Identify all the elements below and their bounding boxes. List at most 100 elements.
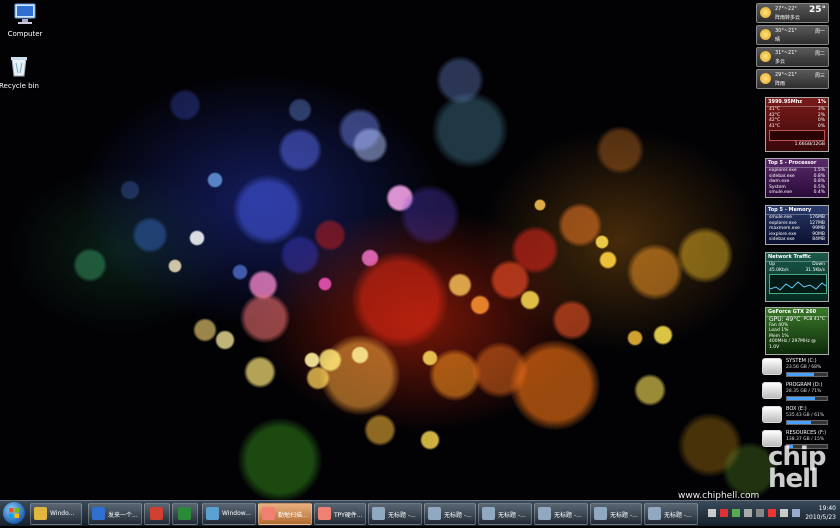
recycle-bin-icon [11,57,27,77]
computer-icon [14,3,36,24]
tray-icon[interactable] [756,509,764,517]
weather-temp: 27°~22° [775,6,797,12]
tray-icon[interactable] [732,509,740,517]
bokeh-light [193,318,217,342]
sun-icon [760,29,771,40]
disk-usage: 535.43 GB / 61% [786,413,825,418]
bokeh-light [520,290,540,310]
taskbar-button[interactable]: 勤勉扫描... [258,503,312,525]
disk-gadget-d[interactable]: PROGRAM (D:) 28.35 GB / 71% [762,380,828,402]
network-icon [206,507,219,520]
gadget-title: Top 5 - Processor [766,159,828,168]
clock[interactable]: 19:40 2010/5/23 [805,504,836,522]
taskbar-button[interactable]: TPY硬件... [314,503,366,525]
disk-usage-bar [786,420,828,425]
bokeh-light [595,235,609,249]
volume-icon[interactable] [780,509,788,517]
process-row: smule.exe 0.4% [769,190,825,196]
weather-day: 周二 [814,51,825,57]
bokeh-light [233,175,303,245]
top-processor-gadget[interactable]: Top 5 - Processor explorer.exe 1.5% sideb… [765,158,829,198]
tray-icon[interactable] [708,509,716,517]
core-load: 0% [817,123,825,129]
ie-icon [92,507,105,520]
bokeh-light [653,325,673,345]
bokeh-light [278,128,322,172]
bokeh-light [364,414,396,446]
network-traffic-gadget[interactable]: Network Traffic Up Down 45.0Kb/s 31.5Kb/s [765,252,829,302]
upload-rate: 45.0Kb/s [769,267,789,273]
bokeh-light [400,185,460,245]
bokeh-light [432,92,508,168]
taskbar-button[interactable]: Window... [202,503,256,525]
disk-name: SYSTEM (C:) [786,358,817,364]
network-graph [769,274,827,295]
taskbar-button[interactable]: 无标题 -... [590,503,642,525]
bokeh-light [280,235,320,275]
bokeh-light [314,219,346,251]
ram-usage: 1.66GB/12GB [794,142,825,148]
hard-drive-icon [762,358,782,375]
taskbar-button[interactable]: 无标题 -... [534,503,588,525]
paint-icon [594,507,607,520]
cpu-frequency: 3999.95Mhz [768,99,803,105]
taskbar-button[interactable]: 无标题 -... [644,503,698,525]
desktop-wallpaper: Computer Recycle bin 27°~22° 阵雨转多云 25° 3… [0,0,840,500]
taskbar-button[interactable]: 无标题 -... [368,503,422,525]
desktop-icon-computer[interactable]: Computer [0,2,50,38]
bokeh-light [627,330,643,346]
tray-icon[interactable] [744,509,752,517]
taskbar-button[interactable]: 无标题 -... [424,503,476,525]
desktop-icon-recycle-bin[interactable]: Recycle bin [0,54,44,90]
taskbar-button-label: 无标题 -... [388,512,416,519]
taskbar-button-label: 发来一个... [108,512,138,519]
bokeh-light [73,248,107,282]
disk-gadget-e[interactable]: BOX (E:) 535.43 GB / 61% [762,404,828,426]
tray-icon[interactable] [720,509,728,517]
hard-drive-icon [762,382,782,399]
weather-temp: 29°~21° [775,72,797,78]
core-temp: 41°C [769,123,781,129]
windows-logo-icon [9,508,19,518]
taskbar-button[interactable] [172,503,198,525]
disk-usage-bar [786,396,828,401]
disk-gadget-c[interactable]: SYSTEM (C:) 23.56 GB / 68% [762,356,828,378]
weather-current-temp: 25° [808,5,826,15]
flower-icon [318,507,331,520]
bokeh-light [232,264,248,280]
disk-name: PROGRAM (D:) [786,382,823,388]
weather-gadget-today[interactable]: 27°~22° 阵雨转多云 25° [756,3,829,23]
weather-gadget-day[interactable]: 30°~21° 晴 周一 [756,25,829,45]
taskbar-button[interactable]: Windo... [30,503,82,525]
disk-usage: 23.56 GB / 68% [786,365,822,370]
taskbar-button-label: Window... [222,510,251,517]
sun-icon [760,7,771,18]
cpu-meter-gadget[interactable]: 3999.95Mhz 1% 41°C 3% 42°C 2% 42°C 0% 41°C 0… [765,97,829,152]
taskbar-button-label: 无标题 -... [498,512,526,519]
weather-gadget-day[interactable]: 29°~21° 阵雨 周三 [756,69,829,89]
disk-name: BOX (E:) [786,406,807,412]
start-button[interactable] [3,502,25,524]
gadget-title: Top 5 - Memory [766,206,828,215]
gpu-gadget[interactable]: GeForce GTX 260 GPU: 49°C PCB 41°C Fan 40… [765,307,829,355]
taskbar: Windo... 发来一个... Window... 勤勉扫描... TPY硬件... 无… [0,500,840,526]
tray-icon[interactable] [768,509,776,517]
weather-temp: 31°~21° [775,50,797,56]
bokeh-light [534,199,546,211]
disk-name: RESOURCES (F:) [786,430,827,436]
bokeh-light [238,418,322,500]
top-memory-gadget[interactable]: Top 5 - Memory smule.exe 176MB explorer.e… [765,205,829,245]
taskbar-button[interactable]: 发来一个... [88,503,142,525]
taskbar-button[interactable]: 无标题 -... [478,503,532,525]
bokeh-light [552,300,592,340]
network-tray-icon[interactable] [792,509,800,517]
bokeh-light [599,251,617,269]
taskbar-button[interactable] [144,503,170,525]
desktop-icon-label: Computer [7,30,43,38]
paint-icon [428,507,441,520]
sun-icon [760,51,771,62]
weather-day: 周一 [814,29,825,35]
taskbar-button-label: 无标题 -... [610,512,638,519]
paint-icon [372,507,385,520]
weather-gadget-day[interactable]: 31°~21° 多云 周二 [756,47,829,67]
